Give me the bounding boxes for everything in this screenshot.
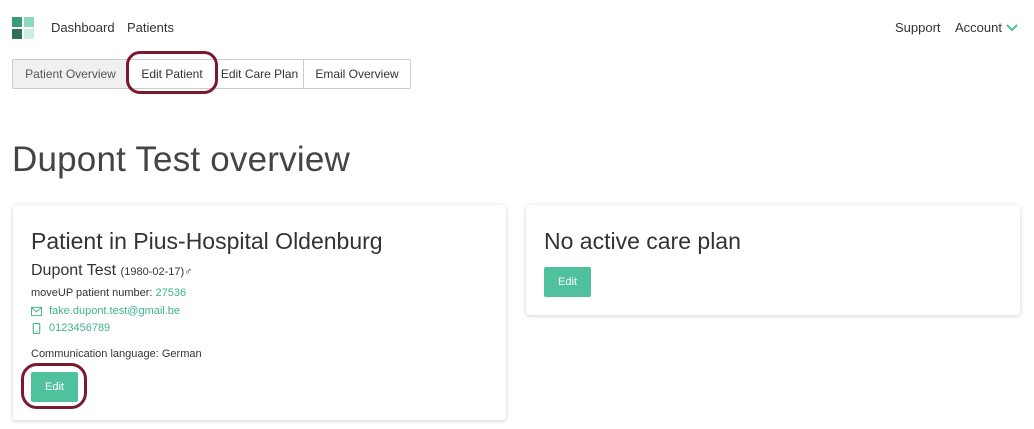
care-plan-card: No active care plan Edit xyxy=(526,205,1020,315)
nav-patients-link[interactable]: Patients xyxy=(127,20,174,35)
page-title: Dupont Test overview xyxy=(12,140,350,179)
patient-email[interactable]: fake.dupont.test@gmail.be xyxy=(49,305,180,317)
patient-dob: (1980-02-17) xyxy=(120,266,185,278)
chevron-down-icon[interactable] xyxy=(1005,21,1019,35)
patient-phone[interactable]: 0123456789 xyxy=(49,322,110,334)
tab-patient-overview[interactable]: Patient Overview xyxy=(12,59,129,89)
edit-patient-button[interactable]: Edit xyxy=(31,372,78,402)
mail-icon xyxy=(31,306,42,316)
patient-number-line: moveUP patient number: 27536 xyxy=(31,287,186,299)
edit-care-plan-button[interactable]: Edit xyxy=(544,267,591,297)
patient-email-line[interactable]: fake.dupont.test@gmail.be xyxy=(31,305,180,317)
patient-number-link[interactable]: 27536 xyxy=(156,287,187,299)
top-navigation: Dashboard Patients Support Account xyxy=(0,0,1034,56)
nav-dashboard-link[interactable]: Dashboard xyxy=(51,20,115,35)
tab-edit-patient[interactable]: Edit Patient xyxy=(128,59,216,89)
patient-number-label: moveUP patient number: xyxy=(31,287,156,299)
moveup-logo-icon[interactable] xyxy=(12,17,34,39)
tab-edit-care-plan[interactable]: Edit Care Plan xyxy=(215,59,304,89)
mobile-phone-icon xyxy=(32,322,41,334)
patient-tabs: Patient Overview Edit Patient Edit Care … xyxy=(12,59,411,89)
nav-account-menu[interactable]: Account xyxy=(955,20,1002,35)
patient-phone-line[interactable]: 0123456789 xyxy=(31,322,110,334)
patient-card-title: Patient in Pius-Hospital Oldenburg xyxy=(31,228,383,254)
tab-email-overview[interactable]: Email Overview xyxy=(303,59,411,89)
patient-name-line: Dupont Test (1980-02-17)♂ xyxy=(31,262,192,280)
patient-info-card: Patient in Pius-Hospital Oldenburg Dupon… xyxy=(13,205,506,420)
communication-language: Communication language: German xyxy=(31,348,202,360)
care-plan-title: No active care plan xyxy=(544,228,741,254)
gender-male-icon: ♂ xyxy=(184,266,193,278)
patient-name: Dupont Test xyxy=(31,262,117,279)
nav-support-link[interactable]: Support xyxy=(895,20,941,35)
